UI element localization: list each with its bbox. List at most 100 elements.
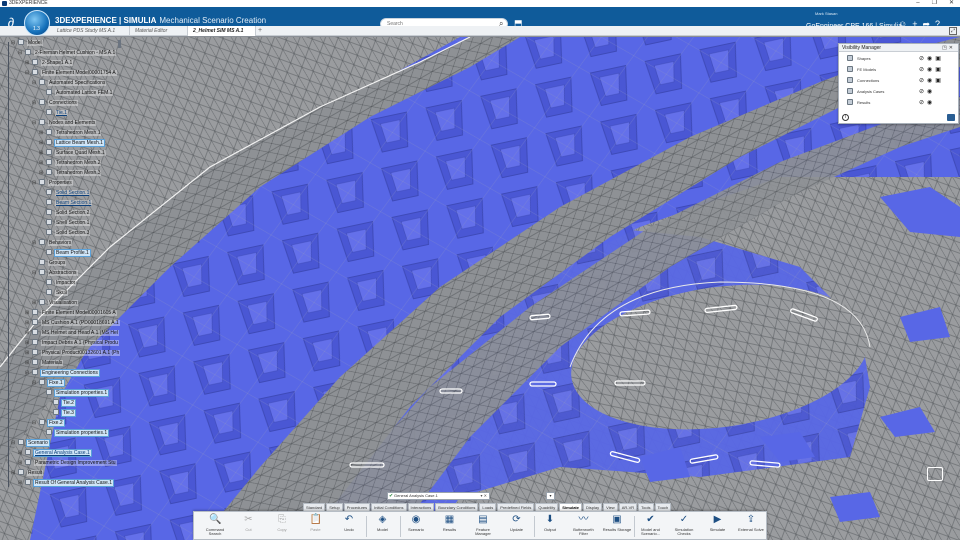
action-tab-display[interactable]: Display xyxy=(582,503,603,511)
expand-toggle-icon[interactable]: ⊞ xyxy=(25,339,30,348)
tree-node[interactable]: ⊟ Fixe.2 xyxy=(32,419,65,428)
tree-node[interactable]: ⊞ Surface Quad Mesh.1 xyxy=(39,149,106,158)
tree-node[interactable]: ⊟ Result xyxy=(11,469,44,478)
action-tab-touch[interactable]: Touch xyxy=(654,503,672,511)
fullscreen-icon[interactable]: ⤢ xyxy=(949,27,957,35)
tab-helmet-sim[interactable]: 2_Helmet SIM MS A.1 xyxy=(188,26,256,36)
tree-node[interactable]: Tie.2 xyxy=(46,399,76,408)
undo-button[interactable]: ↶ Undo xyxy=(334,514,364,540)
results-storage-button[interactable]: ▣ Results Storage xyxy=(602,514,632,540)
visibility-toggle-icons[interactable]: ⊘◉ xyxy=(919,87,935,97)
tree-node[interactable]: Tie.1 xyxy=(39,109,68,118)
vis-row-connections[interactable]: Connections ⊘◉▣ xyxy=(843,76,957,86)
expand-toggle-icon[interactable]: ⊞ xyxy=(39,139,44,148)
tree-node[interactable]: ⊟ Abstractions xyxy=(32,269,78,278)
maximize-button[interactable]: ❐ xyxy=(932,0,937,7)
tree-node[interactable]: ⊞ Impact Debris A.1 (Physical Produ xyxy=(25,339,119,348)
robot-compass-icon[interactable] xyxy=(927,467,943,481)
action-tab-ar-vr[interactable]: AR-VR xyxy=(618,503,638,511)
tab-lattice-study[interactable]: Lattice PDS Study MS A.1 xyxy=(52,26,130,36)
expand-toggle-icon[interactable]: ⊟ xyxy=(32,269,37,278)
tree-node[interactable]: ⊞ General Analysis Case.1 xyxy=(18,449,92,458)
tree-node[interactable]: ⊞ Result Of General Analysis Case.1 xyxy=(18,479,114,488)
expand-toggle-icon[interactable]: ⊞ xyxy=(25,319,30,328)
action-tab-view[interactable]: View xyxy=(603,503,618,511)
tree-node[interactable]: Groups xyxy=(32,259,67,268)
tree-node[interactable]: Beam Section.1 xyxy=(39,199,93,208)
visibility-toggle-icons[interactable]: ⊘◉▣ xyxy=(919,76,944,86)
expand-toggle-icon[interactable]: ⊟ xyxy=(32,419,37,428)
tree-node[interactable]: ⊞ MS Cushion A.1 (PD00018691 A.1 xyxy=(25,319,120,328)
tree-node[interactable]: ⊟ Scenario xyxy=(11,439,50,448)
case-controls-icon[interactable]: ▾ ✕ xyxy=(481,493,487,499)
expand-toggle-icon[interactable]: ⊞ xyxy=(39,149,44,158)
action-tab-loads[interactable]: Loads xyxy=(479,503,497,511)
expand-toggle-icon[interactable]: ⊟ xyxy=(11,469,16,478)
tree-node[interactable]: Simulation properties.1 xyxy=(39,389,110,398)
action-tab-setup[interactable]: Setup xyxy=(326,503,343,511)
expand-toggle-icon[interactable]: ⊟ xyxy=(11,39,16,48)
pin-icon[interactable]: ◳ xyxy=(942,45,949,51)
info-icon[interactable]: i xyxy=(842,114,849,121)
tree-node[interactable]: Tie.3 xyxy=(46,409,76,418)
expand-toggle-icon[interactable]: ⊟ xyxy=(32,79,37,88)
expand-toggle-icon[interactable]: ⊟ xyxy=(32,179,37,188)
vis-row-analysis-cases[interactable]: Analysis Cases ⊘◉ xyxy=(843,87,957,97)
tab-material-editor[interactable]: Material Editor xyxy=(130,26,188,36)
visibility-toggle-icons[interactable]: ⊘◉ xyxy=(919,98,935,108)
expand-toggle-icon[interactable]: ⊟ xyxy=(32,379,37,388)
tree-node[interactable]: ⊟ Automated Specifications xyxy=(32,79,107,88)
action-tab-procedures[interactable]: Procedures xyxy=(343,503,371,511)
visibility-manager-title[interactable]: Visibility Manager xyxy=(839,44,958,52)
visibility-toggle-icons[interactable]: ⊘◉▣ xyxy=(919,54,944,64)
tree-node[interactable]: Solid Section.3 xyxy=(39,229,91,238)
action-tab-simulate[interactable]: Simulate xyxy=(559,503,582,511)
tree-node[interactable]: ⊟ 2-Fireman Helmet Cushion - MS A.1 xyxy=(18,49,117,58)
butterworth-filter-button[interactable]: 〰 Butterworth Filter xyxy=(569,514,599,540)
vis-row-results[interactable]: Results ⊘◉ xyxy=(843,98,957,108)
tree-node[interactable]: Solid Section.2 xyxy=(39,209,91,218)
tree-node[interactable]: Skull xyxy=(39,289,68,298)
vis-row-fe-models[interactable]: FE Models ⊘◉▣ xyxy=(843,65,957,75)
close-button[interactable]: ✕ xyxy=(949,0,954,7)
tree-node[interactable]: ⊟ Model xyxy=(11,39,43,48)
results-button[interactable]: ▦ Results xyxy=(435,514,465,540)
action-tab-tools[interactable]: Tools xyxy=(638,503,654,511)
expand-toggle-icon[interactable]: ⊞ xyxy=(25,59,30,68)
expand-toggle-icon[interactable]: ⊞ xyxy=(32,299,37,308)
tree-node[interactable]: ⊞ Parametric Design Improvement Stu xyxy=(18,459,117,468)
feature-manager-button[interactable]: ▤ Feature Manager xyxy=(468,514,498,540)
compass-icon[interactable]: 1.3 xyxy=(24,10,50,36)
tree-node[interactable]: ⊞ Tetrahedron Mesh.3 xyxy=(39,169,102,178)
tree-node[interactable]: Shell Section.1 xyxy=(39,219,91,228)
visibility-toggle-icons[interactable]: ⊘◉▣ xyxy=(919,65,944,75)
specification-tree[interactable]: ⊟ Model ⊟ 2-Fireman Helmet Cushion - MS A.1… xyxy=(0,37,122,502)
case-dropdown-icon[interactable]: ▾ xyxy=(546,492,555,500)
action-tab-boundary-conditions[interactable]: Boundary Conditions xyxy=(435,503,479,511)
panel-close-icon[interactable]: ✕ xyxy=(949,45,955,51)
expand-toggle-icon[interactable]: ⊟ xyxy=(32,239,37,248)
tree-node[interactable]: ⊟ Finite Element Model00001754 A xyxy=(25,69,117,78)
minimize-button[interactable]: – xyxy=(916,0,919,7)
expand-toggle-icon[interactable]: ⊟ xyxy=(25,69,30,78)
expand-toggle-icon[interactable]: ⊞ xyxy=(25,309,30,318)
tree-node[interactable]: Beam Profile.1 xyxy=(39,249,91,258)
tree-node[interactable]: ⊟ Behaviors xyxy=(32,239,73,248)
visibility-manager-panel[interactable]: Visibility Manager ◳✕ Shapes ⊘◉▣ FE Model… xyxy=(838,43,959,124)
3d-viewport[interactable] xyxy=(0,37,960,540)
expand-toggle-icon[interactable]: ⊞ xyxy=(39,129,44,138)
tree-node[interactable]: Automated Lattice FEM.1 xyxy=(39,89,114,98)
simulate-button[interactable]: ▶ Simulate xyxy=(703,514,733,540)
tree-node[interactable]: ⊟ Properties xyxy=(32,179,73,188)
vis-row-shapes[interactable]: Shapes ⊘◉▣ xyxy=(843,54,957,64)
tree-node[interactable]: ⊞ Finite Element Model00001605 A xyxy=(25,309,117,318)
tree-node[interactable]: ⊟ Connections xyxy=(32,99,78,108)
copy-button[interactable]: ⎘ Copy xyxy=(267,514,297,540)
model-scenario-check-button[interactable]: ✔ Model and Scenario... xyxy=(636,514,666,540)
action-tab-interactions[interactable]: Interactions xyxy=(407,503,435,511)
tree-node[interactable]: ⊞ 2-Shape1 A.1 xyxy=(25,59,74,68)
expand-toggle-icon[interactable]: ⊟ xyxy=(32,99,37,108)
analysis-case-selector[interactable]: ✔ General Analysis Case.1 ▾ ✕ xyxy=(387,492,490,500)
tree-node[interactable]: ⊞ Visualisation xyxy=(32,299,78,308)
command-search-button[interactable]: 🔍 Command Search xyxy=(200,514,230,540)
